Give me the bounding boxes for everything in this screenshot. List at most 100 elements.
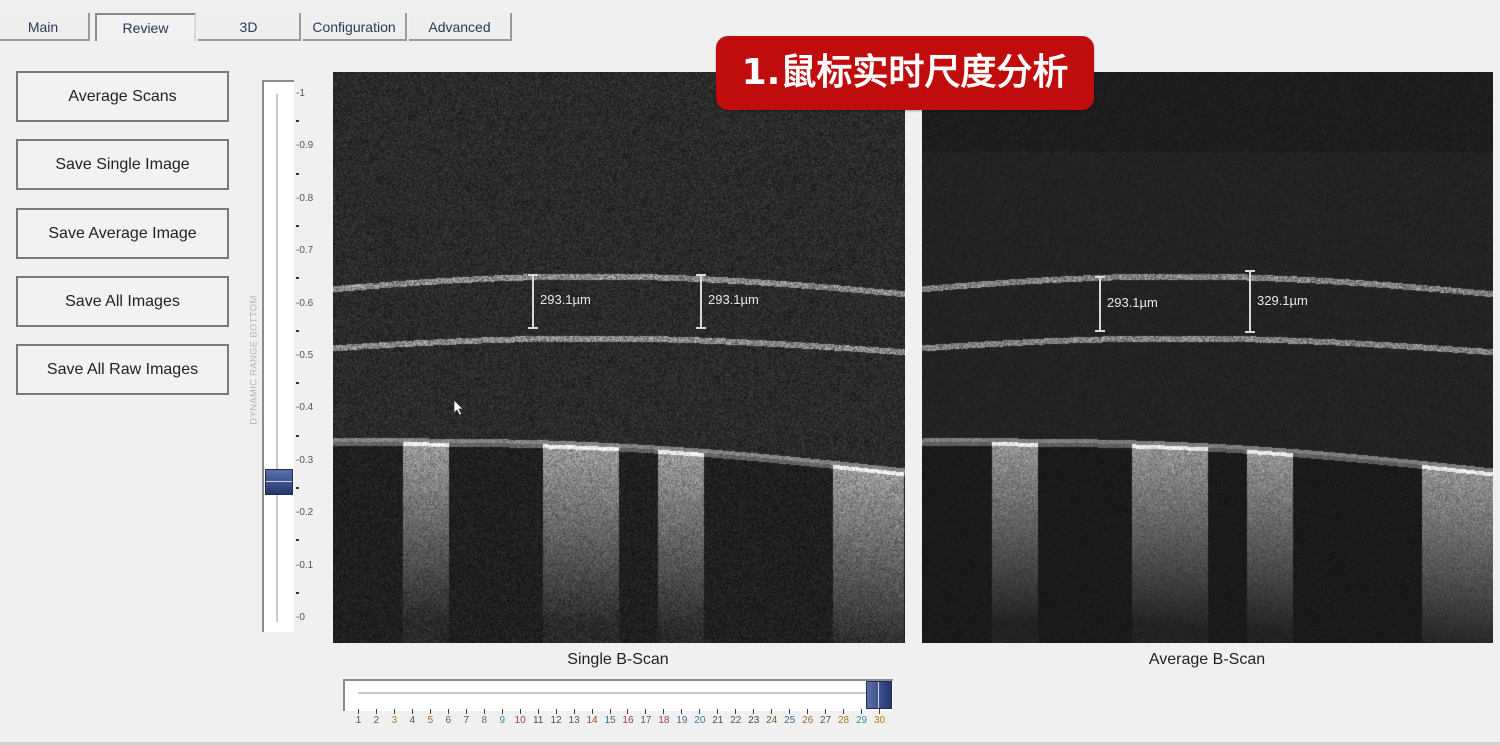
dynamic-range-thumb[interactable] [265, 468, 293, 495]
tab-main[interactable]: Main [0, 13, 90, 41]
dynamic-range-tick-label: -0.1 [296, 559, 314, 571]
dynamic-range-minor-tick [296, 172, 299, 175]
frame-slider-tick-label: 17 [640, 715, 652, 726]
average-b-scan-caption: Average B-Scan [1148, 651, 1266, 668]
frame-slider-tick [789, 709, 791, 714]
frame-slider-tick-label: 30 [873, 715, 886, 726]
dynamic-range-tick-label: -0.5 [296, 350, 314, 361]
average-scans-button[interactable]: Average Scans [16, 71, 229, 122]
frame-slider-tick [519, 709, 521, 714]
frame-slider-tick-label: 13 [568, 715, 580, 726]
dynamic-range-minor-tick [296, 277, 299, 280]
frame-slider-tick [753, 709, 755, 714]
frame-slider-tick-label: 14 [586, 715, 598, 726]
frame-slider-tick-label: 18 [658, 715, 670, 726]
frame-slider-track[interactable] [358, 692, 873, 694]
frame-slider-tick-label: 28 [838, 715, 850, 726]
save-all-images-button[interactable]: Save All Images [16, 276, 229, 327]
tab-advanced[interactable]: Advanced [409, 13, 512, 41]
measurement-caliper[interactable] [528, 274, 538, 329]
dynamic-range-tick-label: -1 [296, 88, 305, 99]
frame-slider-tick [609, 709, 611, 714]
frame-slider-tick [627, 709, 629, 714]
frame-slider-tick-label: 24 [766, 715, 778, 726]
frame-slider-tick-label: 12 [550, 715, 562, 726]
frame-slider-tick-label: 10 [514, 715, 526, 726]
dynamic-range-tick-label: -0.4 [296, 402, 314, 414]
dynamic-range-minor-tick [296, 487, 299, 489]
dynamic-range-minor-tick [296, 539, 299, 542]
frame-slider-tick [699, 709, 701, 714]
dynamic-range-minor-tick [296, 120, 299, 123]
frame-slider-tick [447, 709, 449, 714]
dynamic-range-tick-label: -0.8 [296, 192, 314, 204]
measurement-caliper[interactable] [696, 274, 706, 329]
frame-slider-tick-label: 3 [391, 715, 398, 726]
dynamic-range-minor-tick [296, 591, 299, 594]
frame-slider-tick [465, 709, 467, 714]
measurement-label: 293.1µm [540, 292, 591, 307]
frame-slider-tick [825, 709, 827, 714]
frame-slider-tick [807, 709, 809, 714]
save-average-image-button[interactable]: Save Average Image [16, 208, 229, 259]
frame-slider-tick-label: 1 [355, 715, 362, 726]
frame-slider-tick [879, 709, 880, 714]
frame-slider-tick-label: 25 [784, 715, 796, 726]
frame-slider-tick [393, 709, 395, 714]
frame-slider-tick [537, 709, 539, 714]
frame-slider-tick [771, 709, 773, 714]
frame-slider-tick [717, 709, 719, 714]
dynamic-range-label: DYNAMIC RANGE BOTTOM [248, 295, 260, 425]
frame-slider-tick-label: 20 [694, 715, 706, 726]
measurement-label: 329.1µm [1257, 293, 1308, 308]
measurement-caliper[interactable] [1245, 270, 1255, 333]
dynamic-range-minor-tick [296, 434, 299, 437]
dynamic-range-tick-label: -0.7 [296, 245, 314, 257]
frame-slider-tick [591, 709, 593, 714]
dynamic-range-track[interactable] [276, 94, 278, 622]
annotation-banner: 1.鼠标实时尺度分析 [716, 36, 1094, 110]
dynamic-range-minor-tick [296, 329, 299, 332]
frame-slider-tick-label: 19 [676, 715, 688, 726]
frame-slider-tick [501, 709, 503, 714]
frame-slider-tick [681, 709, 683, 714]
single-b-scan-caption: Single B-Scan [567, 651, 669, 668]
single-b-scan-canvas [333, 72, 905, 643]
single-b-scan-image[interactable]: 293.1µm 293.1µm [333, 72, 905, 643]
frame-slider-tick [555, 709, 557, 714]
frame-slider-tick-label: 9 [499, 715, 505, 726]
measurement-label: 293.1µm [708, 292, 759, 307]
frame-slider[interactable] [343, 679, 893, 711]
frame-slider-thumb[interactable] [866, 681, 892, 709]
frame-slider-tick-label: 11 [532, 715, 544, 726]
save-all-raw-images-button[interactable]: Save All Raw Images [16, 344, 229, 395]
frame-slider-tick-label: 29 [855, 715, 868, 726]
average-b-scan-canvas [922, 72, 1493, 643]
tab-3d[interactable]: 3D [198, 13, 301, 41]
frame-slider-tick [429, 709, 431, 714]
dynamic-range-tick-label: -0.6 [296, 297, 314, 309]
frame-slider-tick [645, 709, 647, 714]
frame-slider-tick [358, 709, 359, 714]
dynamic-range-tick-label: -0.9 [296, 140, 314, 152]
frame-slider-tick [843, 709, 845, 714]
dynamic-range-minor-tick [296, 382, 299, 385]
average-b-scan-image[interactable]: 293.1µm 329.1µm [922, 72, 1493, 643]
frame-slider-tick-label: 5 [427, 715, 434, 726]
dynamic-range-minor-tick [296, 225, 299, 227]
save-single-image-button[interactable]: Save Single Image [16, 139, 229, 190]
tab-configuration[interactable]: Configuration [303, 13, 407, 41]
frame-slider-tick [663, 709, 665, 714]
frame-slider-tick-label: 6 [445, 715, 452, 726]
frame-slider-tick [861, 709, 863, 714]
frame-slider-tick-label: 22 [730, 715, 742, 726]
frame-slider-tick-label: 21 [712, 715, 724, 726]
measurement-caliper[interactable] [1095, 276, 1105, 332]
frame-slider-tick-label: 26 [802, 715, 814, 726]
mouse-cursor-icon [453, 399, 464, 416]
tab-review[interactable]: Review [95, 13, 196, 41]
frame-slider-tick [375, 709, 377, 714]
dynamic-range-slider[interactable] [262, 80, 294, 632]
frame-slider-tick [483, 709, 485, 714]
frame-slider-tick-label: 8 [481, 715, 488, 726]
